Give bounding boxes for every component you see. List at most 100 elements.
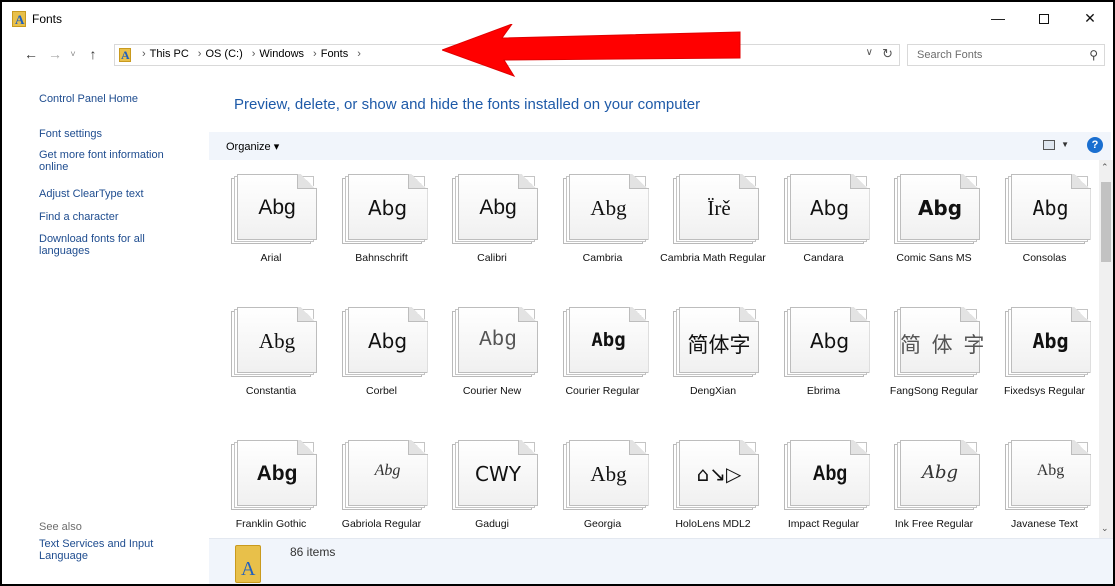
up-button[interactable]: ↑	[84, 44, 102, 64]
breadcrumb-item[interactable]: Windows	[259, 48, 304, 60]
font-file-icon: CWY	[452, 440, 538, 510]
font-file-icon: Abg	[341, 174, 428, 244]
font-name-label: Consolas	[1022, 252, 1067, 264]
breadcrumb-item[interactable]: This PC	[150, 48, 189, 60]
font-sample-text: CWY	[475, 462, 521, 486]
vertical-scrollbar[interactable]: ⌃ ⌄	[1099, 160, 1113, 538]
scroll-up-arrow-icon[interactable]: ⌃	[1101, 162, 1109, 173]
font-name-label: Franklin Gothic	[235, 518, 307, 530]
font-name-label: Ink Free Regular	[894, 518, 974, 530]
view-options-icon[interactable]	[1043, 140, 1055, 150]
font-file-icon: Abg	[231, 307, 317, 377]
task-link[interactable]: Adjust ClearType text	[39, 188, 189, 200]
font-name-label: Gabriola Regular	[341, 518, 422, 530]
font-tile[interactable]: Abg Bahnschrift	[327, 164, 437, 294]
font-tile[interactable]: Abg Franklin Gothic	[216, 430, 326, 538]
back-button[interactable]: ←	[22, 44, 40, 64]
fonts-window: Fonts — ✕ ← → ˅ ↑ ›This PC›OS (C:)›Windo…	[0, 0, 1115, 586]
font-name-label: HoloLens MDL2	[675, 518, 751, 530]
font-tile[interactable]: Ïrě Cambria Math Regular	[658, 164, 768, 294]
breadcrumb-separator-icon[interactable]: ›	[357, 48, 361, 60]
font-tile[interactable]: Abg Georgia	[548, 430, 658, 538]
font-name-label: Ebrima	[806, 385, 841, 397]
font-sample-text: Abg	[374, 462, 401, 479]
details-pane: 86 items	[209, 538, 1113, 584]
close-button[interactable]: ✕	[1067, 6, 1113, 32]
breadcrumb-separator-icon[interactable]: ›	[252, 48, 256, 60]
help-icon[interactable]: ?	[1087, 137, 1103, 153]
font-tile[interactable]: Abg Javanese Text	[990, 430, 1100, 538]
font-file-icon: Abg	[1004, 440, 1091, 510]
font-name-label: Corbel	[366, 385, 397, 397]
font-tile[interactable]: Abg Impact Regular	[769, 430, 879, 538]
font-sample-text: Abg	[258, 196, 296, 219]
see-also-label: See also	[39, 521, 82, 533]
breadcrumb-item[interactable]: OS (C:)	[205, 48, 242, 60]
recent-locations-chevron-icon[interactable]: ˅	[64, 44, 82, 64]
font-name-label: Comic Sans MS	[896, 252, 972, 264]
font-tile[interactable]: Abg Corbel	[327, 297, 437, 427]
task-link[interactable]: Font settings	[39, 128, 189, 140]
task-link[interactable]: Get more font information online	[39, 149, 189, 173]
breadcrumb-separator-icon[interactable]: ›	[142, 48, 146, 60]
see-also-link[interactable]: Text Services and Input Language	[39, 538, 174, 562]
task-link[interactable]: Find a character	[39, 211, 189, 223]
font-tile[interactable]: ⌂↘▷ HoloLens MDL2	[658, 430, 768, 538]
font-tile[interactable]: Abg Constantia	[216, 297, 326, 427]
font-sample-text: Abg	[1036, 462, 1065, 479]
font-tile[interactable]: CWY Gadugi	[437, 430, 547, 538]
search-icon[interactable]: ⚲	[1089, 48, 1098, 62]
font-name-label: Gadugi	[475, 518, 509, 530]
organize-button[interactable]: Organize ▾	[226, 140, 279, 153]
font-tile[interactable]: 简体字 DengXian	[658, 297, 768, 427]
font-name-label: Courier New	[462, 385, 522, 397]
page-headline: Preview, delete, or show and hide the fo…	[234, 96, 701, 113]
forward-button[interactable]: →	[46, 44, 64, 64]
font-tile[interactable]: Abg Cambria	[548, 164, 658, 294]
font-sample-text: Abg	[258, 329, 296, 353]
font-tile[interactable]: Abg Gabriola Regular	[327, 430, 437, 538]
breadcrumb-item[interactable]: Fonts	[321, 48, 349, 60]
scroll-down-arrow-icon[interactable]: ⌄	[1101, 523, 1109, 534]
refresh-icon[interactable]: ↻	[882, 46, 893, 62]
font-name-label: Cambria Math Regular	[660, 252, 766, 264]
minimize-button[interactable]: —	[975, 6, 1021, 32]
font-sample-text: Abg	[1032, 196, 1069, 220]
font-file-icon: Ïrě	[673, 174, 759, 244]
font-tile[interactable]: Abg Comic Sans MS	[879, 164, 989, 294]
font-tile[interactable]: Abg Fixedsys Regular	[990, 297, 1100, 427]
font-tile[interactable]: Abg Courier Regular	[548, 297, 658, 427]
font-file-icon: Abg	[341, 440, 428, 510]
font-name-label: Courier Regular	[565, 385, 640, 397]
font-name-label: Candara	[803, 252, 844, 264]
font-sample-text: Abg	[591, 329, 626, 351]
scroll-thumb[interactable]	[1101, 182, 1111, 262]
font-sample-text: Abg	[921, 462, 959, 483]
task-link[interactable]: Control Panel Home	[39, 93, 189, 105]
font-name-label: Cambria	[582, 252, 623, 264]
font-sample-text: Abg	[590, 462, 627, 486]
search-input[interactable]: Search Fonts ⚲	[907, 44, 1105, 66]
font-tile[interactable]: 简 体 字 FangSong Regular	[879, 297, 989, 427]
font-tile[interactable]: Abg Courier New	[437, 297, 547, 427]
font-tile[interactable]: Abg Consolas	[990, 164, 1100, 294]
font-sample-text: Abg	[367, 329, 408, 353]
font-file-icon: Abg	[783, 174, 870, 244]
font-tile[interactable]: Abg Ebrima	[769, 297, 879, 427]
breadcrumb: › This PC › OS (C:) › Windows › Fonts ›	[137, 48, 365, 60]
font-sample-text: Abg	[1032, 329, 1069, 353]
left-task-pane: See also Control Panel Home Font settings…	[2, 80, 202, 584]
breadcrumb-separator-icon[interactable]: ›	[198, 48, 202, 60]
view-dropdown-chevron-icon[interactable]: ▼	[1061, 140, 1069, 149]
task-link[interactable]: Download fonts for all languages	[39, 233, 189, 257]
address-dropdown-chevron-icon[interactable]: ∨	[866, 47, 873, 58]
font-tile[interactable]: Abg Ink Free Regular	[879, 430, 989, 538]
breadcrumb-separator-icon[interactable]: ›	[313, 48, 317, 60]
font-file-icon: Abg	[894, 174, 980, 244]
font-tile[interactable]: Abg Calibri	[437, 164, 547, 294]
font-sample-text: Abg	[256, 462, 298, 485]
font-tile[interactable]: Abg Arial	[216, 164, 326, 294]
font-tile[interactable]: Abg Candara	[769, 164, 879, 294]
maximize-button[interactable]	[1021, 6, 1067, 32]
font-name-label: Javanese Text	[1011, 518, 1078, 530]
